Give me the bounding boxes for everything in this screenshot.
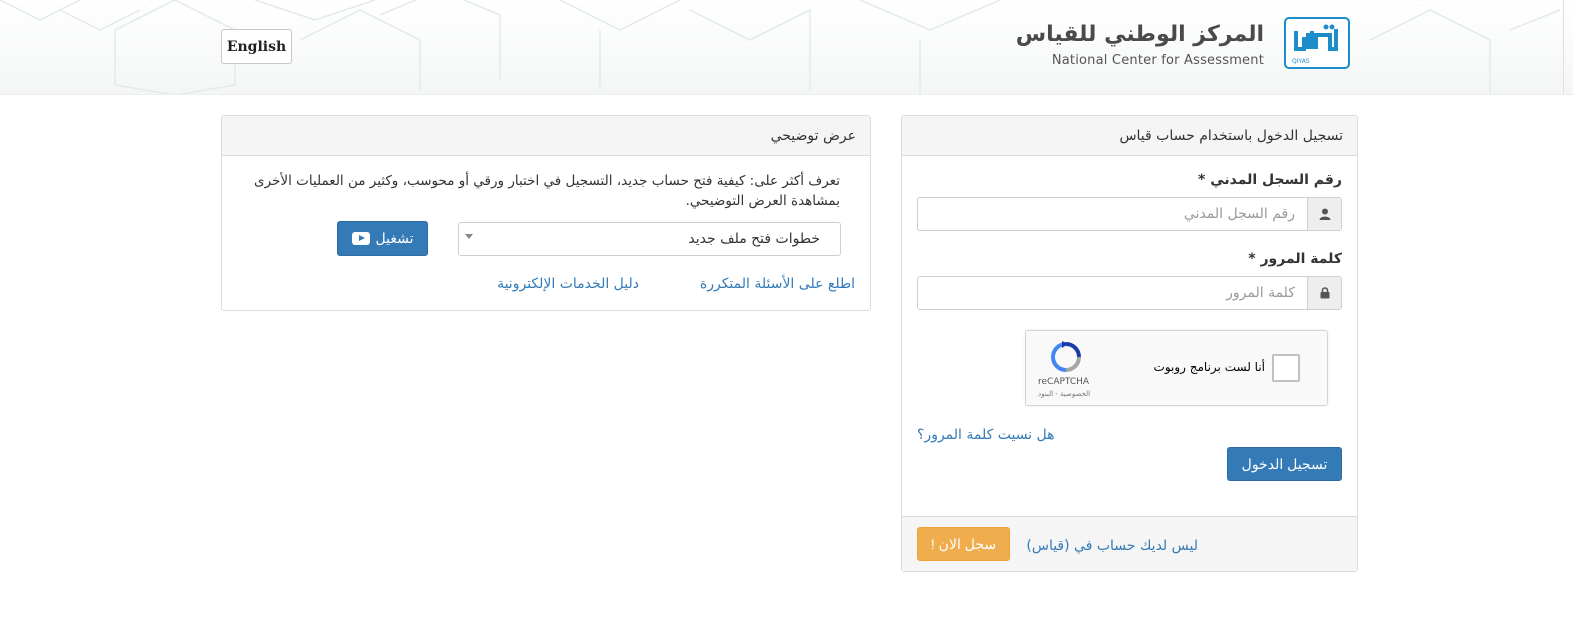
password-group [917, 276, 1342, 310]
demo-select[interactable]: خطوات فتح ملف جديد [458, 222, 841, 256]
chevron-down-icon [465, 234, 473, 239]
national-id-label: رقم السجل المدني * [1198, 172, 1342, 188]
password-input[interactable] [918, 277, 1307, 309]
login-panel-title: تسجيل الدخول باستخدام حساب قياس [902, 116, 1357, 156]
no-account-text: ليس لديك حساب في (قياس) [1026, 538, 1198, 554]
logo-title-ar: المركز الوطني للقياس [1015, 22, 1264, 47]
eservices-guide-link[interactable]: دليل الخدمات الإلكترونية [497, 276, 639, 292]
demo-panel-title: عرض توضيحي [222, 116, 870, 156]
register-button[interactable]: سجل الان ! [917, 527, 1010, 561]
demo-select-value: خطوات فتح ملف جديد [688, 231, 820, 247]
site-header: English المركز الوطني للقياس National Ce… [0, 0, 1573, 95]
login-panel: تسجيل الدخول باستخدام حساب قياس رقم السج… [901, 115, 1358, 572]
national-id-input[interactable] [918, 198, 1307, 230]
login-button[interactable]: تسجيل الدخول [1227, 447, 1342, 481]
recaptcha-widget: أنا لست برنامج روبوت reCAPTCHA الخصوصية … [1025, 330, 1328, 406]
national-id-group [917, 197, 1342, 231]
faq-link[interactable]: اطلع على الأسئلة المتكررة [700, 276, 855, 292]
logo-title-en: National Center for Assessment [1051, 53, 1264, 68]
scrollbar-edge [1563, 0, 1564, 94]
youtube-icon [351, 232, 370, 245]
play-button[interactable]: تشغيل [337, 221, 428, 256]
forgot-password-link[interactable]: هل نسيت كلمة المرور؟ [917, 427, 1055, 443]
play-label: تشغيل [375, 230, 414, 246]
recaptcha-terms[interactable]: الخصوصية - البنود [1038, 390, 1090, 398]
lock-icon [1307, 277, 1341, 309]
logo-mark-text: QIYAS [1292, 58, 1310, 65]
user-icon [1307, 198, 1341, 230]
demo-panel: عرض توضيحي تعرف أكثر على: كيفية فتح حساب… [221, 115, 871, 311]
english-language-button[interactable]: English [221, 29, 292, 64]
password-label: كلمة المرور * [1248, 251, 1342, 267]
recaptcha-icon [1040, 341, 1092, 373]
qiyas-logo-icon: QIYAS [1284, 17, 1350, 69]
qiyas-logo[interactable]: المركز الوطني للقياس National Center for… [1016, 16, 1350, 72]
demo-description: تعرف أكثر على: كيفية فتح حساب جديد، التس… [254, 173, 840, 209]
login-panel-footer: ليس لديك حساب في (قياس) سجل الان ! [902, 516, 1357, 571]
recaptcha-checkbox[interactable] [1272, 354, 1300, 382]
recaptcha-brand: reCAPTCHA [1038, 377, 1090, 387]
recaptcha-label: أنا لست برنامج روبوت [1153, 360, 1265, 374]
